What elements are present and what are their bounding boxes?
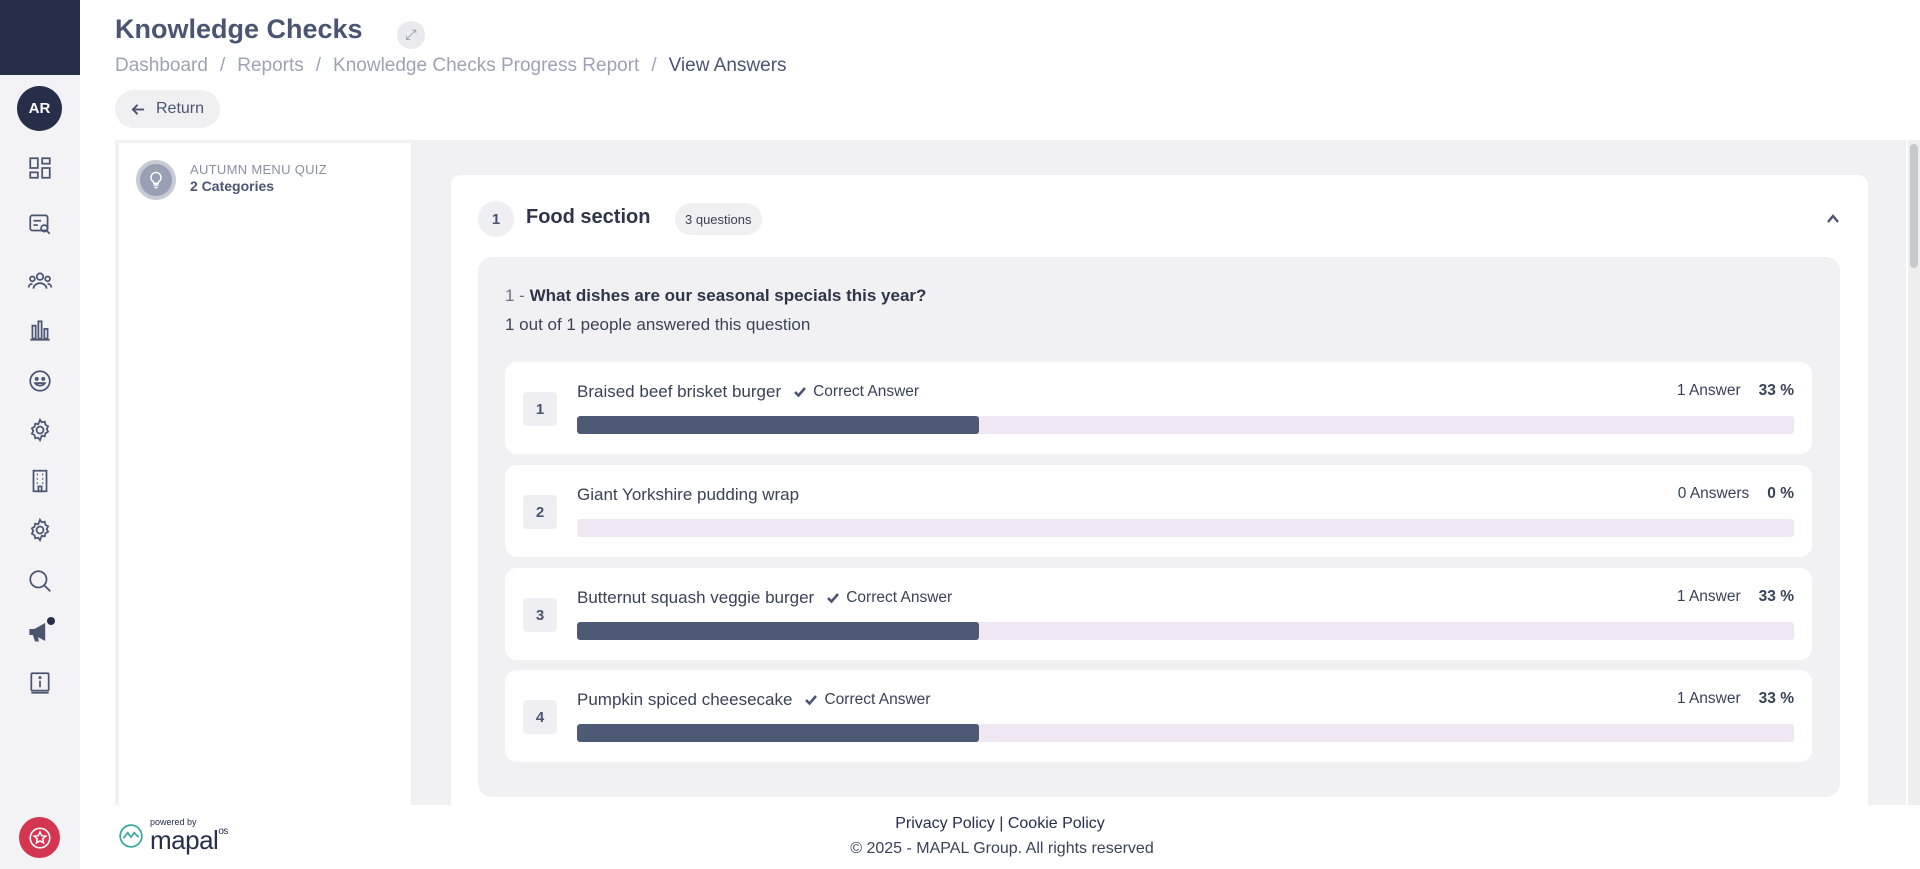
section-title: Food section (526, 206, 651, 228)
search-icon[interactable] (25, 566, 55, 596)
answer-number: 2 (523, 495, 557, 529)
smiley-icon[interactable] (25, 366, 55, 396)
chevron-up-icon[interactable] (1822, 208, 1844, 230)
question-count-badge: 3 questions (675, 203, 762, 235)
answer-card: 3 Butternut squash veggie burger Correct… (505, 568, 1812, 660)
answer-count: 0 Answers (1677, 485, 1750, 502)
quiz-categories: 2 Categories (190, 178, 275, 194)
correct-answer-label: Correct Answer (846, 589, 953, 606)
correct-answer-badge: Correct Answer (804, 691, 930, 709)
dashboard-icon[interactable] (25, 153, 55, 183)
return-label: Return (156, 100, 205, 117)
answer-stats: 1 Answer 33 % (1677, 690, 1794, 708)
lightbulb-icon (136, 160, 176, 200)
return-button[interactable]: Return (115, 90, 221, 128)
info-doc-icon[interactable] (25, 668, 55, 698)
answer-percent: 33 % (1758, 690, 1794, 707)
answer-text: Butternut squash veggie burger (577, 588, 815, 607)
footer-divider: | (999, 815, 1004, 832)
answer-label: Giant Yorkshire pudding wrap (577, 485, 799, 505)
question-title: 1 - What dishes are our seasonal special… (505, 286, 926, 306)
check-icon (805, 695, 818, 706)
megaphone-icon[interactable] (25, 617, 55, 647)
answer-bar-track (577, 416, 1794, 434)
answer-card: 4 Pumpkin spiced cheesecake Correct Answ… (505, 670, 1812, 762)
footer-links: Privacy Policy | Cookie Policy (0, 815, 1920, 833)
answer-label: Pumpkin spiced cheesecake Correct Answer (577, 690, 930, 710)
notification-dot (47, 617, 55, 625)
privacy-policy-link[interactable]: Privacy Policy (895, 815, 995, 832)
answer-text: Braised beef brisket burger (577, 382, 782, 401)
breadcrumb: Dashboard / Reports / Knowledge Checks P… (115, 55, 787, 77)
answer-count: 1 Answer (1676, 382, 1741, 399)
answer-stats: 1 Answer 33 % (1677, 382, 1794, 400)
question-text: What dishes are our seasonal specials th… (529, 286, 927, 305)
question-number: 1 - (505, 286, 525, 305)
building-icon[interactable] (25, 466, 55, 496)
answer-count: 1 Answer (1676, 690, 1741, 707)
answer-bar-fill (577, 416, 979, 434)
answer-stats: 1 Answer 33 % (1677, 588, 1794, 606)
answer-text: Pumpkin spiced cheesecake (577, 690, 793, 709)
answer-percent: 33 % (1758, 588, 1794, 605)
avatar[interactable]: AR (17, 86, 62, 131)
answer-bar-track (577, 622, 1794, 640)
breadcrumb-progress-report[interactable]: Knowledge Checks Progress Report (333, 55, 639, 77)
answer-number: 1 (523, 392, 557, 426)
answer-percent: 0 % (1767, 485, 1794, 502)
answer-stats: 0 Answers 0 % (1678, 485, 1794, 503)
correct-answer-label: Correct Answer (824, 691, 931, 708)
answer-label: Braised beef brisket burger Correct Answ… (577, 382, 919, 402)
correct-answer-label: Correct Answer (813, 383, 920, 400)
check-icon (827, 593, 840, 604)
answer-text: Giant Yorkshire pudding wrap (577, 485, 800, 504)
team-icon[interactable] (25, 266, 55, 296)
copyright: © 2025 - MAPAL Group. All rights reserve… (850, 840, 1154, 857)
question-summary: 1 out of 1 people answered this question (505, 315, 811, 334)
correct-answer-badge: Correct Answer (826, 589, 952, 607)
breadcrumb-dashboard[interactable]: Dashboard (115, 55, 208, 77)
answer-percent: 33 % (1758, 382, 1794, 399)
quiz-panel (119, 143, 411, 814)
breadcrumb-separator: / (219, 55, 226, 76)
breadcrumb-separator: / (651, 55, 657, 76)
answer-bar-fill (577, 724, 979, 742)
answer-label: Butternut squash veggie burger Correct A… (577, 588, 952, 608)
gear-icon[interactable] (25, 515, 55, 545)
check-icon (794, 387, 807, 398)
settings-icon[interactable] (25, 415, 55, 445)
breadcrumb-separator: / (315, 55, 322, 76)
breadcrumb-reports[interactable]: Reports (237, 55, 304, 77)
answer-bar-track (577, 519, 1794, 537)
scrollbar-thumb[interactable] (1910, 144, 1918, 268)
answer-count: 1 Answer (1676, 588, 1741, 605)
answer-number: 4 (523, 700, 557, 734)
correct-answer-badge: Correct Answer (793, 383, 919, 401)
answer-card: 1 Braised beef brisket burger Correct An… (505, 362, 1812, 454)
scrollbar[interactable] (1908, 140, 1920, 816)
arrow-left-icon (131, 103, 145, 115)
cookie-policy-link[interactable]: Cookie Policy (1008, 815, 1105, 832)
breadcrumb-current: View Answers (668, 55, 787, 76)
answer-card: 2 Giant Yorkshire pudding wrap 0 Answers… (505, 465, 1812, 557)
answer-bar-fill (577, 622, 979, 640)
expand-icon[interactable]: ⤢ (397, 21, 425, 49)
answer-number: 3 (523, 598, 557, 632)
chart-icon[interactable] (25, 315, 55, 345)
section-number: 1 (478, 201, 514, 237)
quiz-name[interactable]: AUTUMN MENU QUIZ (190, 162, 327, 177)
page-title: Knowledge Checks (115, 14, 363, 44)
answer-bar-track (577, 724, 1794, 742)
search-doc-icon[interactable] (25, 209, 55, 239)
rail-header (0, 0, 80, 75)
